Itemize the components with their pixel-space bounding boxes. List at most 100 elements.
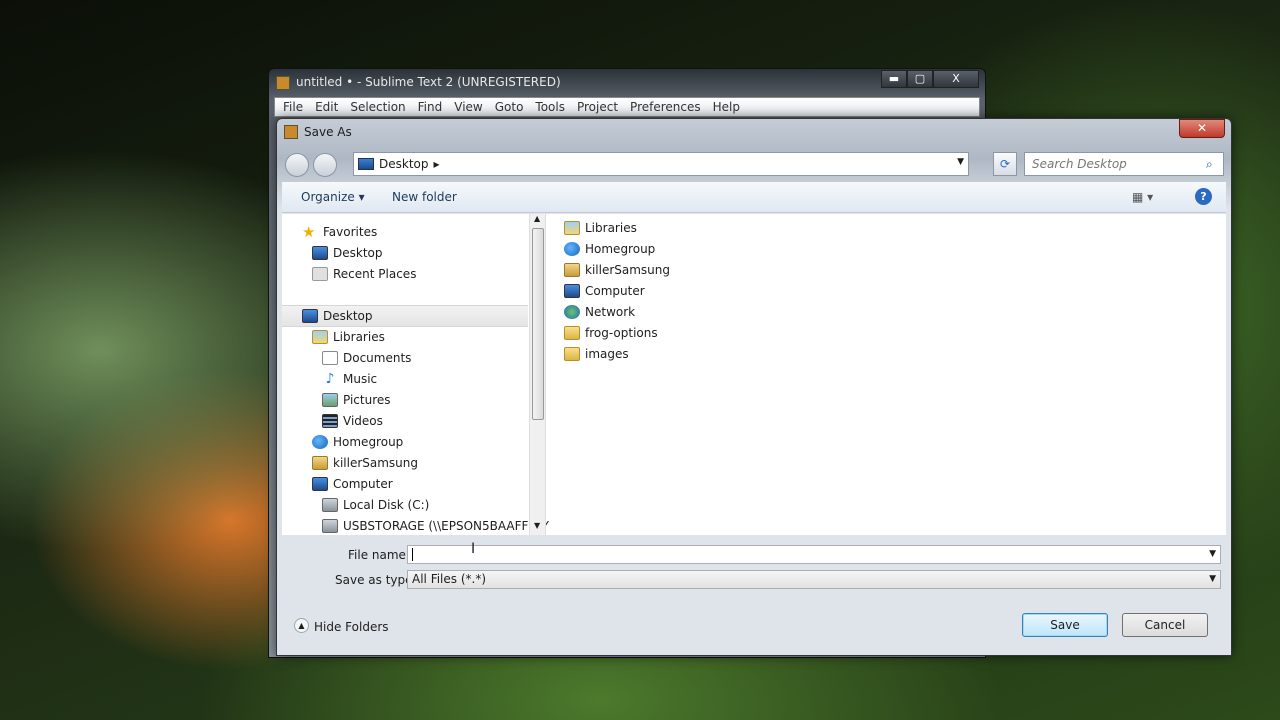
file-item[interactable]: images [564,344,629,364]
help-button[interactable]: ? [1195,188,1212,205]
nav-tree-item[interactable]: Local Disk (C:) [322,495,429,515]
file-item[interactable]: Libraries [564,218,637,238]
user-icon [312,456,328,470]
scroll-thumb[interactable] [532,228,544,420]
nav-scrollbar[interactable]: ▲ ▼ [529,214,546,535]
toolbar: Organize ▾ New folder ▦ ▾ ? [282,182,1226,213]
item-label: killerSamsung [333,456,419,470]
nav-tree-item[interactable]: Computer [312,474,393,494]
save-type-label: Save as type: [335,573,417,587]
back-button[interactable] [285,153,309,177]
menu-selection[interactable]: Selection [350,100,405,114]
search-input[interactable]: Search Desktop [1024,152,1224,176]
menu-edit[interactable]: Edit [315,100,338,114]
file-name-input[interactable]: ▼ [407,545,1221,564]
item-label: Desktop [333,246,383,260]
dialog-icon [284,125,298,139]
item-label: Documents [343,351,412,365]
item-label: Desktop [323,309,373,323]
net-icon [564,305,580,319]
menu-view[interactable]: View [454,100,482,114]
chevron-down-icon[interactable]: ▼ [1209,549,1216,559]
save-type-select[interactable]: All Files (*.*) ▼ [407,570,1221,589]
user-icon [564,263,580,277]
menu-file[interactable]: File [283,100,303,114]
nav-tree-item[interactable]: Homegroup [312,432,403,452]
nav-item-recent-places[interactable]: Recent Places [312,264,416,284]
address-bar[interactable]: Desktop ▸ ▼ [353,152,969,176]
item-label: Computer [585,284,645,298]
nav-tree-item[interactable]: Pictures [322,390,391,410]
item-label: Libraries [585,221,637,235]
text-cursor-icon: I [471,541,476,557]
item-label: Libraries [333,330,385,344]
address-dropdown-icon[interactable]: ▼ [957,157,964,167]
item-label: Videos [343,414,383,428]
group-icon [312,435,328,449]
item-label: Favorites [323,225,378,239]
maximize-button[interactable]: ▢ [907,70,933,88]
folder-icon [564,326,580,340]
nav-tree-item[interactable]: killerSamsung [312,453,418,473]
nav-tree-item[interactable]: Desktop [302,306,373,326]
star-icon: ★ [302,223,316,241]
address-location[interactable]: Desktop [379,157,429,171]
nav-favorites[interactable]: ★ Favorites [302,222,377,242]
file-item[interactable]: killerSamsung [564,260,670,280]
nav-tree-item[interactable]: USBSTORAGE (\\EPSON5BAAFF) (Y [322,516,549,536]
file-item[interactable]: Network [564,302,635,322]
nav-tree-item[interactable]: Videos [322,411,383,431]
menu-tools[interactable]: Tools [535,100,565,114]
save-as-dialog: Save As ✕ Desktop ▸ ▼ ⟳ Search Desktop ⌕… [276,118,1232,656]
item-label: killerSamsung [585,263,671,277]
menu-preferences[interactable]: Preferences [630,100,701,114]
chevron-up-icon[interactable]: ▲ [294,618,309,633]
item-label: images [585,347,629,361]
item-label: Computer [333,477,393,491]
refresh-button[interactable]: ⟳ [993,152,1017,176]
scroll-down-icon[interactable]: ▼ [534,521,540,530]
nav-item-desktop[interactable]: Desktop [312,243,383,263]
nav-tree-item[interactable]: Documents [322,348,411,368]
new-folder-button[interactable]: New folder [392,190,457,204]
nav-tree-item[interactable]: Libraries [312,327,385,347]
pic-icon [322,393,338,407]
hide-folders-button[interactable]: Hide Folders [314,620,389,634]
search-icon: ⌕ [1206,157,1213,171]
disk-icon [322,498,338,512]
menu-find[interactable]: Find [418,100,443,114]
breadcrumb-arrow-icon[interactable]: ▸ [434,157,440,171]
lib-icon [312,330,328,344]
dialog-close-button[interactable]: ✕ [1179,119,1225,138]
item-label: Recent Places [333,267,417,281]
menu-help[interactable]: Help [713,100,740,114]
file-item[interactable]: frog-options [564,323,658,343]
item-label: Local Disk (C:) [343,498,430,512]
menu-project[interactable]: Project [577,100,618,114]
group-icon [564,242,580,256]
item-label: Homegroup [333,435,404,449]
organize-button[interactable]: Organize ▾ [301,190,365,204]
forward-button[interactable] [313,153,337,177]
scroll-up-icon[interactable]: ▲ [534,214,540,223]
cancel-button[interactable]: Cancel [1122,613,1208,637]
save-options: File name: ▼ Save as type: All Files (*.… [277,536,1231,656]
file-name-label: File name: [348,548,410,562]
chevron-down-icon[interactable]: ▼ [1209,574,1216,584]
file-item[interactable]: Homegroup [564,239,655,259]
menu-goto[interactable]: Goto [495,100,524,114]
close-button[interactable]: X [933,70,979,88]
lib-icon [564,221,580,235]
view-options-button[interactable]: ▦ ▾ [1132,190,1153,204]
desktop-icon [358,158,374,170]
nav-tree-item[interactable]: ♪ Music [322,369,378,389]
item-label: Pictures [343,393,391,407]
dialog-title: Save As [304,125,352,139]
recent-icon [312,267,328,281]
file-item[interactable]: Computer [564,281,645,301]
item-label: Music [343,372,378,386]
save-button[interactable]: Save [1022,613,1108,637]
comp-icon [302,309,318,323]
comp-icon [564,284,580,298]
minimize-button[interactable]: ▬ [881,70,907,88]
